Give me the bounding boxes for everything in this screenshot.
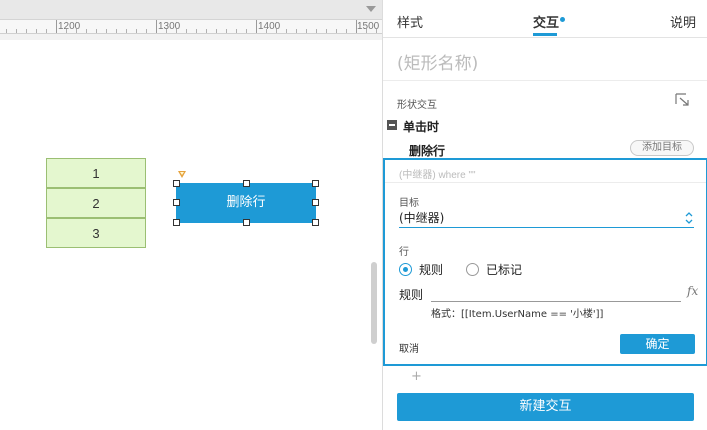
ruler-tick [56, 20, 57, 33]
resize-handle[interactable] [173, 199, 180, 206]
cancel-button[interactable]: 取消 [399, 340, 419, 355]
ruler-tick [156, 20, 157, 33]
ruler-tick [186, 29, 187, 33]
ruler-tick [196, 29, 197, 33]
ruler-dropdown-icon[interactable] [366, 6, 376, 12]
delete-row-shape[interactable]: 删除行 [176, 183, 316, 223]
ruler-tick [46, 29, 47, 33]
ruler-tick [246, 29, 247, 33]
ruler-tick [276, 29, 277, 33]
divider [385, 182, 706, 183]
action-editor: (中继器) where "" 目标 (中继器) 行 规则 已标记 规则 fx 格… [383, 158, 707, 366]
ruler-tick [76, 29, 77, 33]
ruler-tick [226, 29, 227, 33]
ruler-tick [6, 29, 7, 33]
ruler-tick [216, 29, 217, 33]
ruler-tick [66, 29, 67, 33]
inspector-tabs: 样式 交互 说明 [383, 0, 707, 38]
target-label: 目标 [399, 198, 419, 209]
ruler-tick [206, 29, 207, 33]
resize-handle[interactable] [312, 180, 319, 187]
ruler-tick [36, 29, 37, 33]
interaction-marker-icon [178, 171, 186, 178]
section-title: 形状交互 [397, 100, 437, 111]
ruler-tick [86, 29, 87, 33]
tab-active-dot-icon [560, 17, 565, 22]
tab-interaction[interactable]: 交互 [533, 12, 559, 31]
ruler-tick [176, 29, 177, 33]
chevron-updown-icon [685, 212, 693, 224]
inspector-panel: 样式 交互 说明 (矩形名称) 形状交互 单击时 删除行 添加目标 (中继器) … [382, 0, 707, 430]
ruler-tick [146, 29, 147, 33]
event-title[interactable]: 单击时 [403, 118, 439, 135]
rule-label: 规则 [399, 288, 424, 302]
horizontal-ruler: 1200 1300 1400 1500 [0, 20, 382, 34]
repeater-row[interactable]: 3 [46, 218, 146, 248]
canvas-scrollbar[interactable] [371, 262, 377, 344]
ruler-tick [166, 29, 167, 33]
ruler-tick [106, 29, 107, 33]
ruler-area: 1200 1300 1400 1500 [0, 0, 382, 40]
repeater-row[interactable]: 1 [46, 158, 146, 188]
ruler-tick [326, 29, 327, 33]
resize-handle[interactable] [312, 219, 319, 226]
confirm-button[interactable]: 确定 [620, 334, 695, 354]
add-action-icon[interactable]: + [411, 369, 422, 384]
radio-rule-label[interactable]: 规则 [419, 261, 443, 278]
ruler-tick [296, 29, 297, 33]
function-icon[interactable]: fx [687, 284, 698, 298]
action-summary: (中继器) where "" [399, 170, 476, 181]
ruler-tick [256, 20, 257, 33]
resize-handle[interactable] [173, 180, 180, 187]
ruler-tick [126, 29, 127, 33]
shape-name-field[interactable]: (矩形名称) [397, 49, 478, 74]
resize-handle[interactable] [243, 180, 250, 187]
ruler-tick [316, 29, 317, 33]
ruler-tick [266, 29, 267, 33]
new-interaction-button[interactable]: 新建交互 [397, 393, 694, 421]
action-label[interactable]: 删除行 [409, 142, 445, 159]
repeater-row[interactable]: 2 [46, 188, 146, 218]
row-label: 行 [399, 247, 409, 258]
tab-style[interactable]: 样式 [397, 12, 423, 31]
ruler-tick [96, 29, 97, 33]
ruler-tick [336, 29, 337, 33]
target-select-value: (中继器) [399, 211, 445, 225]
radio-marked-label[interactable]: 已标记 [486, 261, 522, 278]
radio-rule[interactable] [399, 263, 412, 276]
target-select[interactable]: (中继器) [399, 208, 694, 228]
collapse-icon[interactable] [387, 120, 397, 130]
ruler-tick [366, 29, 367, 33]
ruler-tick [306, 29, 307, 33]
ruler-tick [26, 29, 27, 33]
ruler-tick [116, 29, 117, 33]
ruler-header-bar [0, 0, 382, 20]
ruler-tick [356, 20, 357, 33]
add-target-button[interactable]: 添加目标 [630, 140, 694, 156]
divider [383, 80, 707, 81]
ruler-tick [286, 29, 287, 33]
format-hint: 格式：[[Item.UserName == '小楼']] [431, 309, 604, 320]
expand-icon[interactable] [675, 93, 691, 107]
resize-handle[interactable] [243, 219, 250, 226]
ruler-tick [376, 29, 377, 33]
ruler-tick [136, 29, 137, 33]
rule-input[interactable] [431, 284, 681, 302]
tab-notes[interactable]: 说明 [670, 12, 696, 31]
design-canvas[interactable]: 1200 1300 1400 1500 1 2 3 删除行 [0, 0, 382, 430]
radio-marked[interactable] [466, 263, 479, 276]
ruler-tick [236, 29, 237, 33]
resize-handle[interactable] [173, 219, 180, 226]
ruler-tick [346, 29, 347, 33]
resize-handle[interactable] [312, 199, 319, 206]
ruler-tick [16, 29, 17, 33]
tab-active-indicator [533, 33, 557, 36]
